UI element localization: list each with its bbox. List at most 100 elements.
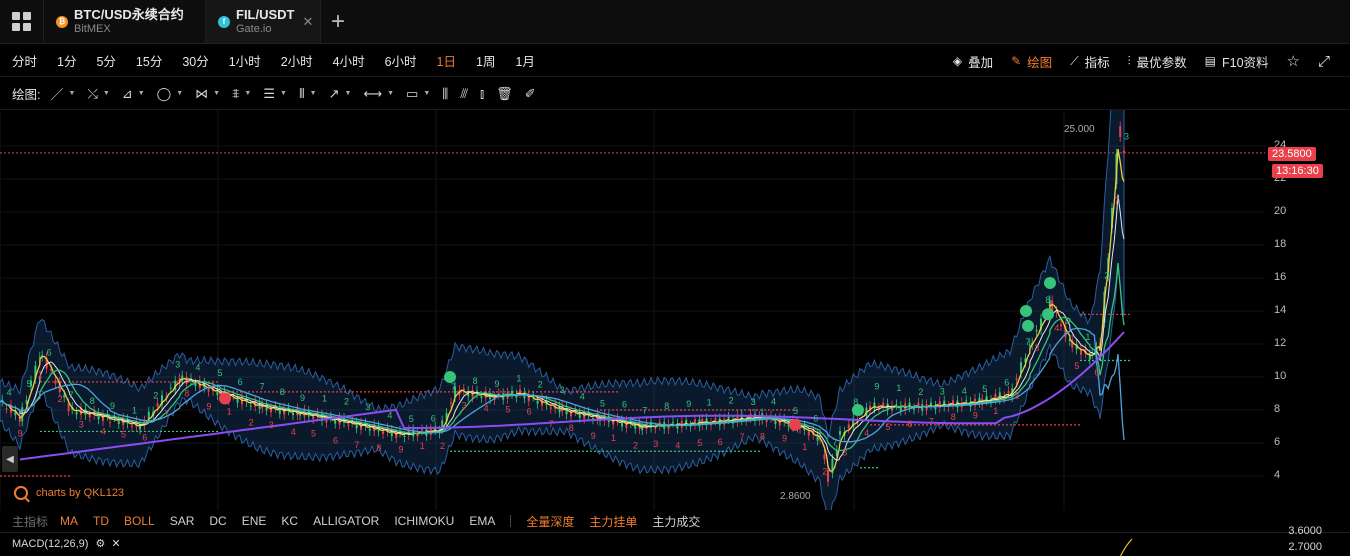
trash-tool[interactable]: 🗑 — [496, 86, 513, 102]
timeframe-2[interactable]: 5分 — [84, 51, 123, 70]
indicator-ene[interactable]: ENE — [242, 514, 267, 528]
trash-tool-icon: 🗑 — [496, 85, 513, 101]
magic-tool[interactable]: ✐ — [525, 86, 536, 102]
arrow-tool[interactable]: ↗ ▼ — [329, 86, 352, 102]
channel-tool[interactable]: ⊿ ▼ — [122, 86, 145, 102]
indicator-boll[interactable]: BOLL — [124, 514, 155, 528]
svg-text:8: 8 — [184, 388, 189, 398]
timeframe-1[interactable]: 1分 — [45, 51, 84, 70]
svg-text:6: 6 — [907, 419, 912, 429]
chevron-down-icon[interactable]: ▼ — [310, 90, 317, 97]
timeframe-0[interactable]: 分时 — [0, 51, 45, 70]
line-tool[interactable]: ／ ▼ — [50, 84, 75, 103]
chevron-down-icon[interactable]: ▼ — [244, 90, 251, 97]
indicator-ma[interactable]: MA — [60, 514, 78, 528]
svg-text:2: 2 — [153, 390, 158, 400]
candlestick-chart[interactable]: 495162 7384951627384951627384951627384951… — [0, 110, 1350, 510]
range-tool[interactable]: ⟷ ▼ — [363, 86, 394, 102]
svg-text:2: 2 — [1104, 271, 1109, 281]
timeframe-toolbar: 分时 1分 5分 15分 30分 1小时 2小时 4小时 6小时 1日 1周 1月 ◈ 叠加 ✎ 绘图 ⟋ 指标… — [0, 45, 1350, 77]
timeframe-4[interactable]: 30分 — [170, 51, 216, 70]
timeframe-7[interactable]: 4小时 — [321, 51, 373, 70]
svg-text:2: 2 — [58, 394, 63, 404]
timeframe-11[interactable]: 1月 — [503, 51, 542, 70]
chevron-down-icon[interactable]: ▼ — [387, 90, 394, 97]
price-tick: 8 — [1274, 403, 1281, 415]
timeframe-5[interactable]: 1小时 — [217, 51, 269, 70]
indicator-kc[interactable]: KC — [281, 514, 298, 528]
timeframe-9[interactable]: 1日 — [425, 51, 464, 70]
close-icon[interactable]: ✕ — [303, 14, 314, 30]
indicator-sar[interactable]: SAR — [170, 514, 195, 528]
timeframe-10[interactable]: 1周 — [464, 51, 503, 70]
chevron-down-icon[interactable]: ▼ — [345, 90, 352, 97]
indicator-ichimoku[interactable]: ICHIMOKU — [394, 514, 454, 528]
tool-sliders[interactable]: ⫶ 最优参数 — [1128, 52, 1187, 71]
timeframe-3[interactable]: 15分 — [124, 51, 170, 70]
price-chart[interactable]: 4951627384951627384951627384951627384951… — [0, 110, 1350, 510]
svg-text:5: 5 — [505, 404, 510, 414]
chevron-down-icon[interactable]: ▼ — [103, 90, 110, 97]
tab-btc-usd[interactable]: ₿ BTC/USD永续合约 BitMEX — [44, 0, 206, 43]
tool-layers[interactable]: ◈ 叠加 — [953, 52, 993, 71]
chevron-down-icon[interactable]: ▼ — [138, 90, 145, 97]
fib-tool[interactable]: ☰ ▼ — [263, 86, 287, 102]
svg-text:7: 7 — [929, 417, 934, 427]
pattern-tool[interactable]: ⩨ ▼ — [232, 86, 251, 102]
svg-text:8: 8 — [951, 412, 956, 422]
svg-text:3: 3 — [79, 420, 84, 430]
macd-chart — [1119, 538, 1133, 556]
timeframe-8[interactable]: 6小时 — [373, 51, 425, 70]
tab-fil-usdt[interactable]: f FIL/USDT Gate.io ✕ — [206, 0, 321, 43]
bars-tool[interactable]: ⫾ — [480, 86, 484, 102]
svg-text:2: 2 — [440, 441, 445, 451]
chevron-down-icon[interactable]: ▼ — [176, 90, 183, 97]
tool-pen[interactable]: ✎ 绘图 — [1011, 52, 1052, 71]
timeframe-6[interactable]: 2小时 — [269, 51, 321, 70]
magic-tool-icon: ✐ — [524, 85, 536, 101]
svg-text:4: 4 — [1054, 323, 1059, 333]
svg-text:3: 3 — [1124, 132, 1129, 142]
comment-tool[interactable]: ▭ ▼ — [406, 86, 430, 102]
divider — [510, 515, 512, 527]
gann-tool[interactable]: ⦀ ▼ — [299, 86, 317, 102]
grid-menu-icon[interactable] — [0, 0, 44, 43]
countdown-tag: 13:16:30 — [1272, 164, 1323, 178]
indicator-dc[interactable]: DC — [209, 514, 226, 528]
svg-text:7: 7 — [1114, 196, 1119, 206]
depth-option-1[interactable]: 主力挂单 — [589, 513, 637, 530]
short-tool[interactable]: ⫻ — [460, 86, 468, 102]
svg-text:9: 9 — [300, 393, 305, 403]
svg-text:1: 1 — [707, 397, 712, 407]
indicator-td[interactable]: TD — [93, 514, 109, 528]
svg-text:9: 9 — [110, 401, 115, 411]
doc-icon: ▤ — [1204, 54, 1216, 68]
indicator-ema[interactable]: EMA — [469, 514, 495, 528]
scroll-left-button[interactable]: ◀ — [2, 446, 18, 472]
svg-text:8: 8 — [376, 443, 381, 453]
svg-text:2: 2 — [729, 396, 734, 406]
fil-coin-icon: f — [218, 15, 230, 28]
tool-doc[interactable]: ▤ F10资料 — [1205, 52, 1269, 71]
chevron-down-icon[interactable]: ▼ — [423, 90, 430, 97]
depth-option-0[interactable]: 全量深度 — [526, 513, 574, 530]
layers-icon: ◈ — [952, 54, 963, 68]
fullscreen-icon[interactable]: ⤢ — [1318, 53, 1330, 70]
svg-text:9: 9 — [398, 445, 403, 455]
indicator-alligator[interactable]: ALLIGATOR — [313, 514, 379, 528]
add-tab-icon[interactable]: + — [321, 0, 355, 43]
price-tick: 10 — [1274, 370, 1287, 382]
depth-option-2[interactable]: 主力成交 — [652, 513, 700, 530]
chevron-down-icon[interactable]: ▼ — [280, 90, 287, 97]
chevron-down-icon[interactable]: ▼ — [213, 90, 220, 97]
svg-text:1: 1 — [132, 405, 137, 415]
current-price-tag: 23.5800 — [1268, 147, 1316, 161]
tool-line-chart[interactable]: ⟋ 指标 — [1070, 52, 1109, 71]
long-tool[interactable]: ⫼ — [442, 86, 448, 102]
circle-tool[interactable]: ◯ ▼ — [157, 86, 184, 102]
tab-title: BTC/USD永续合约 — [74, 6, 184, 22]
star-icon[interactable]: ☆ — [1287, 52, 1300, 70]
wave-tool[interactable]: ⋈ ▼ — [195, 86, 220, 102]
ray-tool[interactable]: ⤯ ▼ — [87, 86, 109, 102]
chevron-down-icon[interactable]: ▼ — [69, 90, 76, 97]
